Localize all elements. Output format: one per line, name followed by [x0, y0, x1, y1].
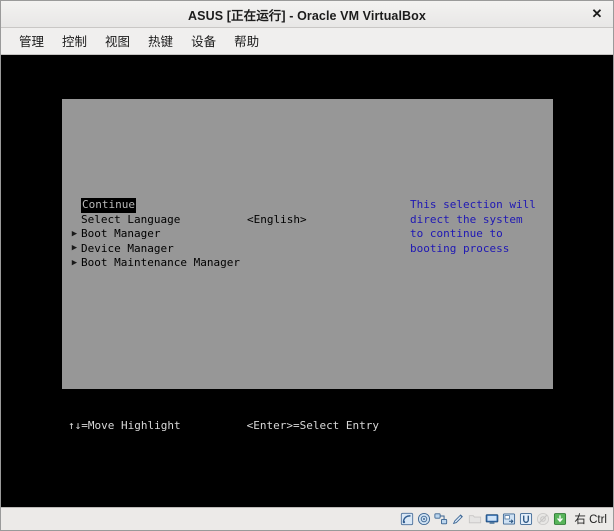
display-icon[interactable] — [485, 512, 499, 526]
menu-manage[interactable]: 管理 — [10, 28, 53, 54]
hint-select-entry: <Enter>=Select Entry — [246, 419, 380, 432]
bios-item-label: Continue — [81, 198, 136, 213]
host-key-indicator: 右 Ctrl — [574, 514, 607, 526]
menu-bar: 管理 控制 视图 热键 设备 帮助 — [1, 28, 613, 55]
bios-item-device-manager[interactable]: ▶ Device Manager — [68, 242, 368, 257]
mouse-capture-icon[interactable] — [553, 512, 567, 526]
chevron-right-icon: ▶ — [71, 243, 78, 254]
bios-item-label: Device Manager — [81, 241, 174, 255]
bios-setup-panel: Continue Select Language <English> ▶ Boo… — [62, 99, 553, 389]
close-icon[interactable]: ✕ — [581, 1, 613, 26]
bios-item-boot-maintenance-manager[interactable]: ▶ Boot Maintenance Manager — [68, 256, 368, 271]
optical-disk-icon[interactable] — [417, 512, 431, 526]
menu-control[interactable]: 控制 — [53, 28, 96, 54]
shared-folders-icon[interactable] — [502, 512, 516, 526]
network-icon[interactable] — [434, 512, 448, 526]
menu-hotkeys[interactable]: 热键 — [139, 28, 182, 54]
hard-disk-icon[interactable] — [400, 512, 414, 526]
bios-item-label: Boot Manager — [81, 227, 161, 240]
window-title: ASUS [正在运行] - Oracle VM VirtualBox — [188, 8, 426, 23]
menu-view[interactable]: 视图 — [96, 28, 139, 54]
menu-help[interactable]: 帮助 — [225, 28, 268, 54]
pencil-icon[interactable] — [451, 512, 465, 526]
usb-icon[interactable] — [519, 512, 533, 526]
bios-item-label: Select Language — [81, 212, 181, 226]
vm-display[interactable]: Continue Select Language <English> ▶ Boo… — [1, 55, 613, 507]
bios-menu-list: Continue Select Language <English> ▶ Boo… — [68, 198, 368, 271]
status-bar: 右 Ctrl — [1, 507, 613, 530]
bios-item-label: Boot Maintenance Manager — [81, 256, 240, 269]
bios-item-select-language[interactable]: Select Language <English> — [68, 213, 368, 228]
hint-move-highlight: ↑↓=Move Highlight — [68, 419, 181, 432]
chevron-right-icon: ▶ — [71, 228, 78, 239]
chevron-right-icon: ▶ — [71, 257, 78, 268]
bios-key-hints: ↑↓=Move Highlight <Enter>=Select Entry — [68, 419, 379, 434]
recording-disabled-icon[interactable] — [536, 512, 550, 526]
bios-item-boot-manager[interactable]: ▶ Boot Manager — [68, 227, 368, 242]
bios-help-text: This selection will direct the system to… — [410, 198, 536, 255]
bios-item-continue[interactable]: Continue — [68, 198, 368, 213]
title-bar: ASUS [正在运行] - Oracle VM VirtualBox ✕ — [1, 1, 613, 28]
bios-item-value-language[interactable]: <English> — [247, 213, 307, 228]
folder-icon[interactable] — [468, 512, 482, 526]
menu-devices[interactable]: 设备 — [182, 28, 225, 54]
status-icon-group — [400, 512, 567, 526]
virtualbox-window: ASUS [正在运行] - Oracle VM VirtualBox ✕ 管理 … — [0, 0, 614, 531]
